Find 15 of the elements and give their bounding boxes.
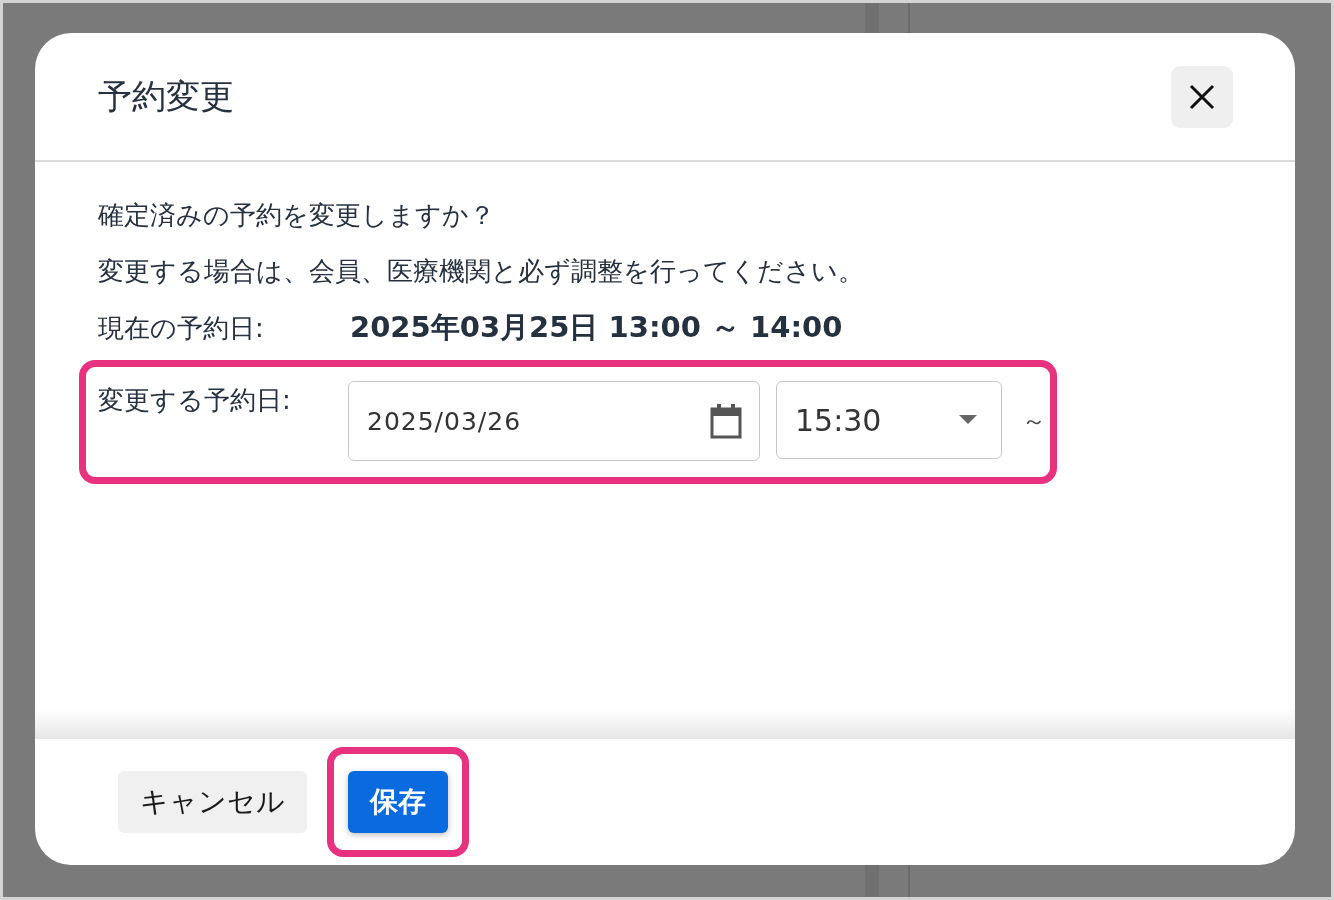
date-field[interactable]: 2025/03/26 [348, 381, 760, 461]
field-label: 現在の予約日: [98, 311, 265, 345]
save-button[interactable]: 保存 [348, 771, 448, 833]
close-button[interactable] [1171, 65, 1233, 128]
message-text: 確定済みの予約を変更しますか？ [98, 199, 496, 232]
calendar-icon [709, 403, 743, 439]
range-separator: ～ [1022, 406, 1046, 437]
current-date-value: 2025年03月25日 13:00 ～ 14:00 [350, 309, 843, 346]
cancel-button[interactable]: キャンセル [118, 771, 307, 833]
close-icon [1189, 83, 1215, 110]
dropdown-caret-icon [959, 415, 977, 425]
dialog-title: 予約変更 [98, 74, 234, 118]
message-text: 変更する場合は、会員、医療機関と必ず調整を行ってください。 [98, 255, 865, 288]
field-label: 変更する予約日: [98, 384, 292, 417]
time-select[interactable]: 15:30 [776, 381, 1002, 459]
